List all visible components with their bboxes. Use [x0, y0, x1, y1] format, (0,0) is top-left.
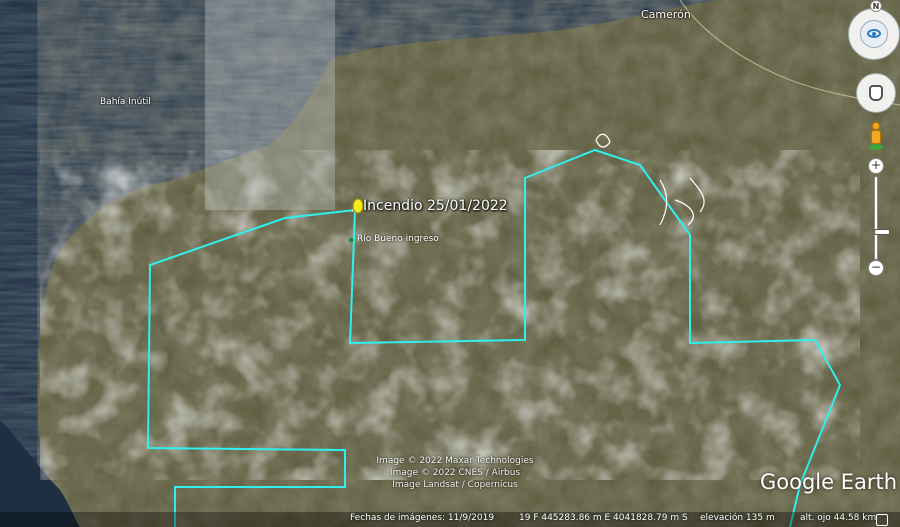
elevation-readout: elevación 135 m	[700, 513, 775, 523]
cloud-haze	[205, 0, 335, 210]
north-indicator[interactable]: N	[870, 0, 882, 12]
status-toggle-icon[interactable]	[876, 514, 888, 526]
eye-icon	[867, 29, 881, 38]
attribution-line: Image © 2022 Maxar Technologies	[376, 456, 534, 466]
entry-placemark-label[interactable]: Río Bueno ingreso	[357, 234, 439, 244]
status-bar: Fechas de imágenes: 11/9/2019 19 F 44528…	[0, 512, 900, 527]
zoom-slider[interactable]: + −	[868, 158, 890, 278]
google-earth-logo: Google Earth	[760, 470, 898, 494]
fire-placemark-label[interactable]: Incendio 25/01/2022	[363, 198, 508, 214]
hand-icon	[869, 85, 883, 101]
look-joystick[interactable]	[860, 20, 888, 48]
town-label: Camerón	[641, 8, 691, 21]
attribution-line: Image © 2022 CNES / Airbus	[389, 468, 521, 478]
bay-label: Bahía Inútil	[100, 97, 151, 107]
zoom-track[interactable]	[874, 176, 890, 260]
pan-control[interactable]	[856, 73, 896, 113]
coordinates-readout: 19 F 445283.86 m E 4041828.79 m S	[519, 513, 688, 523]
entry-point-icon[interactable]	[348, 237, 354, 243]
eye-altitude-readout: alt. ojo 44.58 km	[800, 513, 877, 523]
street-view-pegman-icon[interactable]	[869, 122, 883, 152]
zoom-out-button[interactable]: −	[868, 260, 884, 276]
attribution-line: Image Landsat / Copernicus	[392, 480, 518, 490]
satellite-map[interactable]	[0, 0, 900, 527]
imagery-attribution: Image © 2022 Maxar Technologies Image © …	[355, 455, 555, 491]
look-compass[interactable]	[848, 8, 900, 60]
zoom-thumb[interactable]	[874, 229, 890, 235]
imagery-date: Fechas de imágenes: 11/9/2019	[350, 513, 495, 523]
zoom-in-button[interactable]: +	[868, 158, 884, 174]
